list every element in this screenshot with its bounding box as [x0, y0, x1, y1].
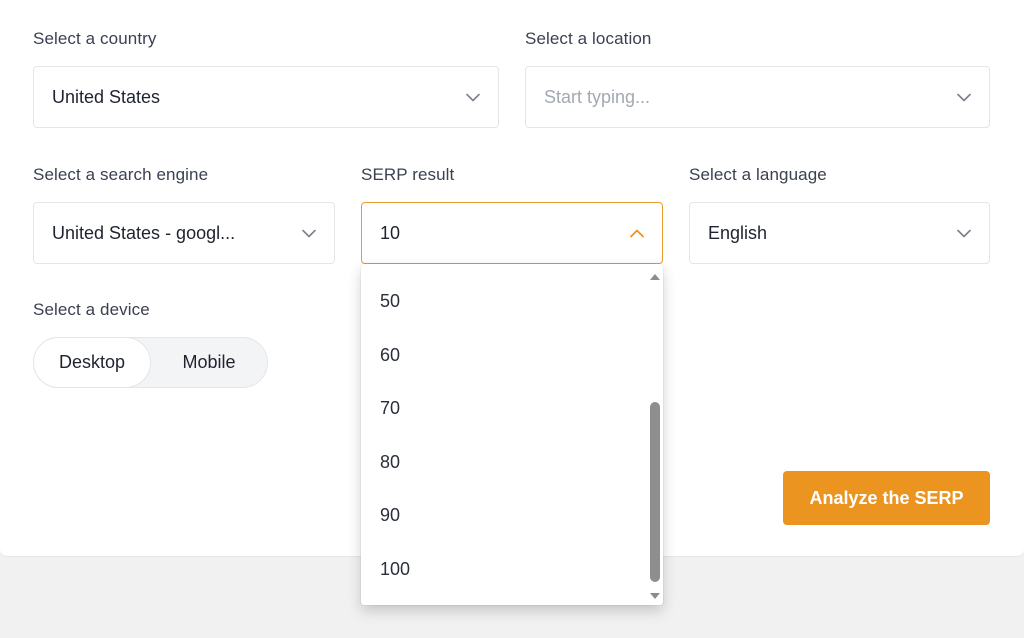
serp-result-label: SERP result [361, 165, 455, 184]
chevron-down-icon [466, 90, 480, 104]
analyze-serp-button[interactable]: Analyze the SERP [783, 471, 990, 525]
chevron-up-icon [630, 226, 644, 240]
language-value: English [708, 222, 768, 243]
scroll-up-arrow-icon[interactable] [650, 274, 660, 280]
device-label: Select a device [33, 300, 150, 319]
country-label: Select a country [33, 29, 157, 48]
chevron-down-icon [957, 226, 971, 240]
serp-option-50[interactable]: 50 [380, 291, 400, 312]
location-label: Select a location [525, 29, 652, 48]
serp-option-100[interactable]: 100 [380, 559, 410, 580]
device-toggle: Desktop Mobile [33, 337, 268, 388]
serp-option-70[interactable]: 70 [380, 398, 400, 419]
chevron-down-icon [957, 90, 971, 104]
language-label: Select a language [689, 165, 827, 184]
scroll-down-arrow-icon[interactable] [650, 593, 660, 599]
search-engine-select[interactable]: United States - googl... [33, 202, 335, 264]
location-placeholder: Start typing... [544, 86, 651, 107]
country-select[interactable]: United States [33, 66, 499, 128]
dropdown-scrollbar[interactable] [649, 268, 661, 601]
serp-result-dropdown: 50 60 70 80 90 100 [361, 264, 663, 605]
serp-option-90[interactable]: 90 [380, 505, 400, 526]
serp-result-select[interactable]: 10 [361, 202, 663, 264]
country-value: United States [52, 86, 161, 107]
serp-option-80[interactable]: 80 [380, 452, 400, 473]
serp-option-60[interactable]: 60 [380, 345, 400, 366]
device-option-desktop[interactable]: Desktop [33, 337, 151, 388]
location-select[interactable]: Start typing... [525, 66, 990, 128]
scrollbar-thumb[interactable] [650, 402, 660, 582]
language-select[interactable]: English [689, 202, 990, 264]
device-option-mobile[interactable]: Mobile [151, 338, 267, 387]
search-engine-value: United States - googl... [52, 222, 236, 243]
search-engine-label: Select a search engine [33, 165, 209, 184]
chevron-down-icon [302, 226, 316, 240]
serp-result-value: 10 [380, 222, 401, 243]
